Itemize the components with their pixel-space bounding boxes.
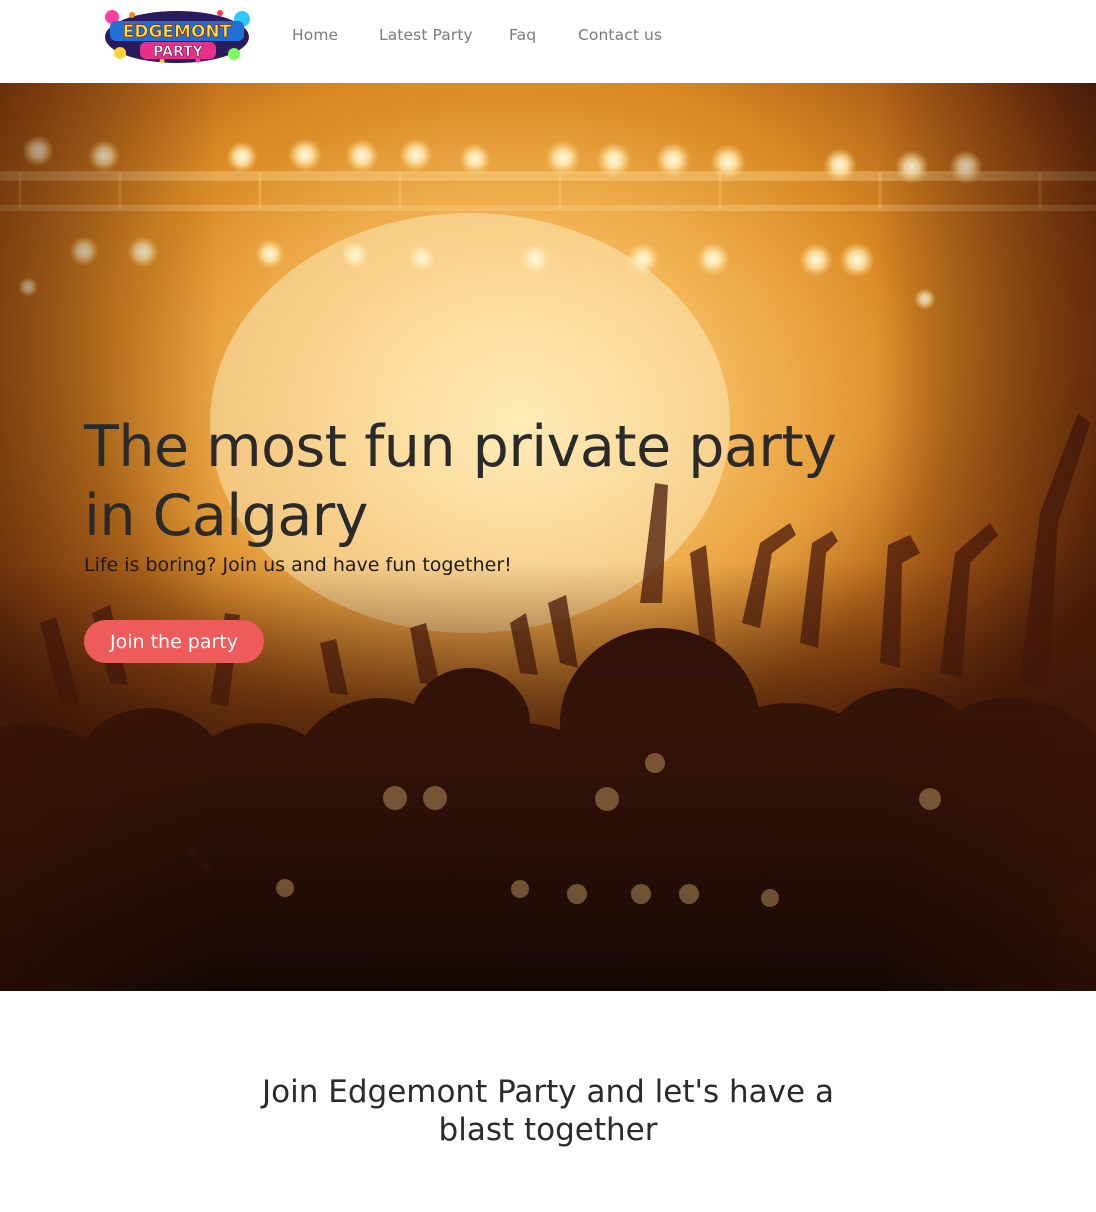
- hero-section: The most fun private party in Calgary Li…: [0, 83, 1096, 991]
- hero-title: The most fun private party in Calgary: [84, 414, 837, 549]
- site-header: EDGEMONT PARTY Home Latest Party Faq Con…: [0, 0, 1096, 83]
- nav-latest-party[interactable]: Latest Party: [379, 26, 473, 44]
- nav-home[interactable]: Home: [292, 26, 338, 44]
- svg-text:PARTY: PARTY: [153, 44, 204, 60]
- site-logo[interactable]: EDGEMONT PARTY: [102, 7, 252, 65]
- intro-heading: Join Edgemont Party and let's have a bla…: [262, 1074, 834, 1148]
- hero-subtitle: Life is boring? Join us and have fun tog…: [84, 554, 512, 576]
- logo-graphic: EDGEMONT PARTY: [105, 10, 250, 64]
- nav-contact-us[interactable]: Contact us: [578, 26, 662, 44]
- join-party-button[interactable]: Join the party: [84, 620, 264, 663]
- svg-text:EDGEMONT: EDGEMONT: [123, 22, 232, 42]
- nav-faq[interactable]: Faq: [509, 26, 536, 44]
